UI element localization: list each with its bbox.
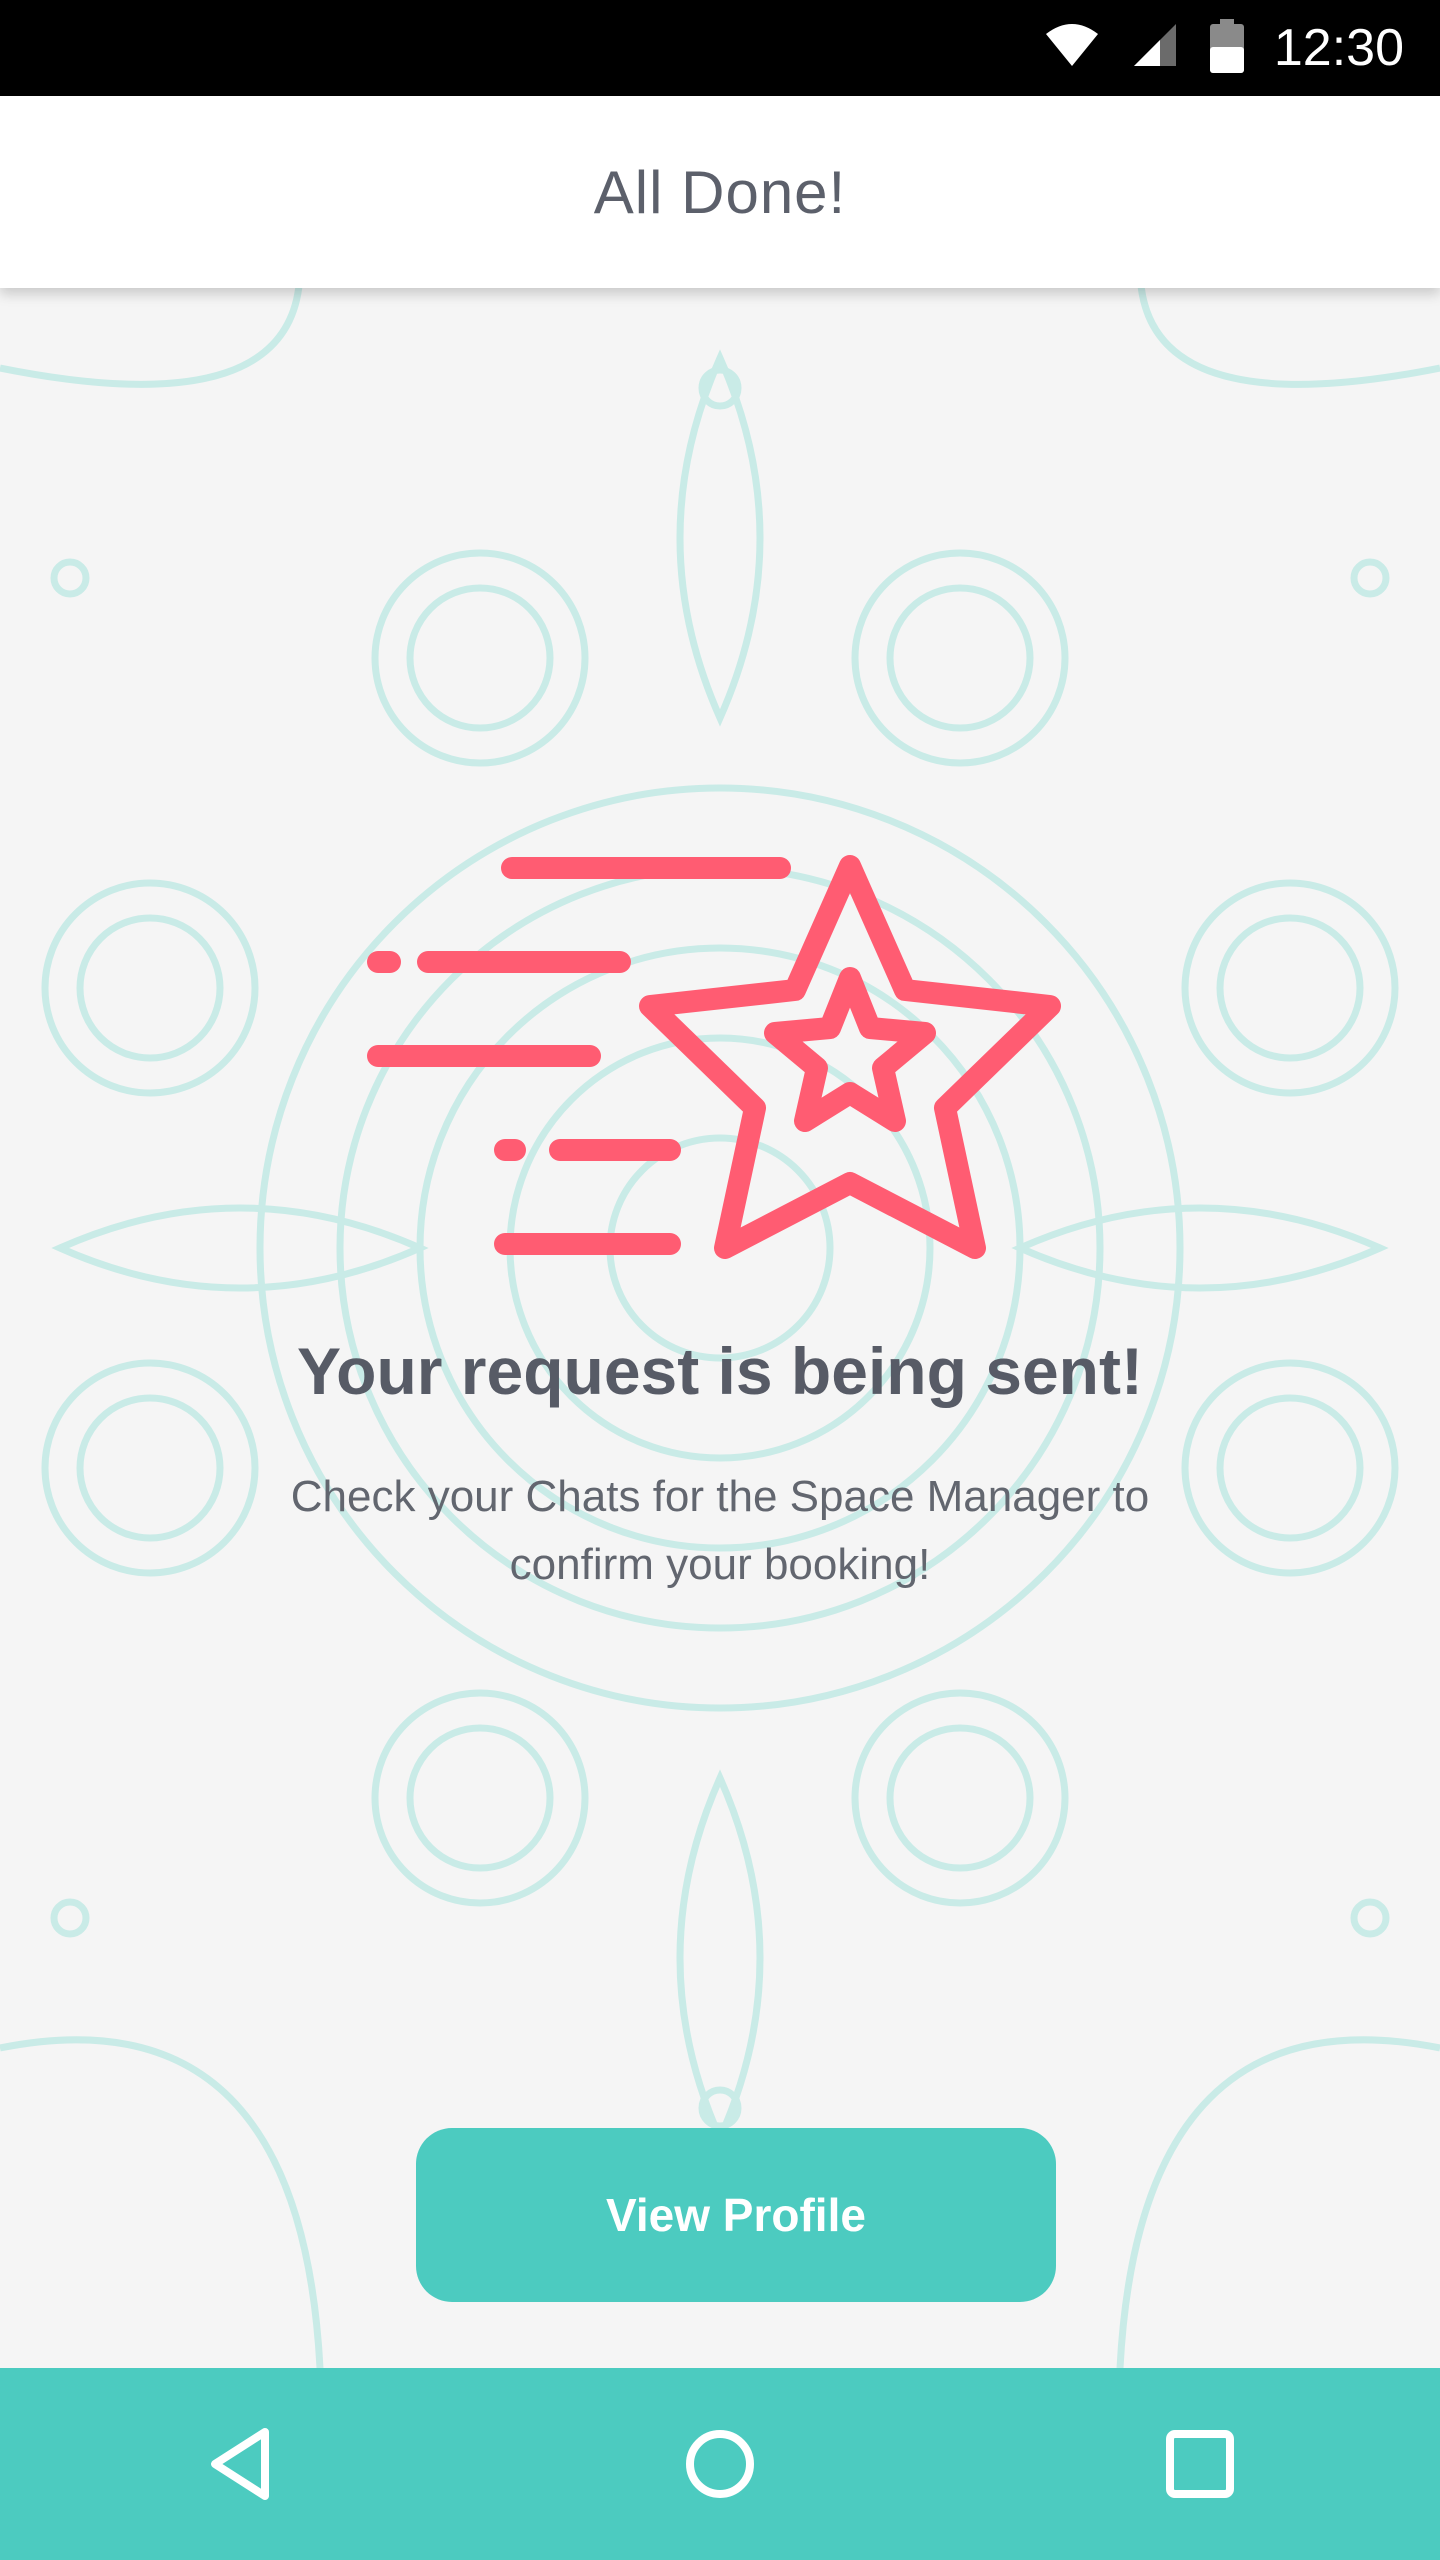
- status-icons: 12:30: [1044, 0, 1404, 96]
- app-bar: All Done!: [0, 96, 1440, 288]
- recents-button[interactable]: [1130, 2394, 1270, 2534]
- home-button[interactable]: [650, 2394, 790, 2534]
- page-title: All Done!: [593, 158, 847, 226]
- wifi-icon: [1044, 22, 1100, 75]
- confirmation-message: Check your Chats for the Space Manager t…: [290, 1472, 1150, 1589]
- status-time: 12:30: [1273, 19, 1404, 77]
- navigation-bar: [0, 2368, 1440, 2560]
- back-button[interactable]: [170, 2394, 310, 2534]
- status-bar: 12:30: [0, 0, 1440, 96]
- cellular-signal-icon: [1130, 22, 1180, 75]
- battery-icon: [1209, 18, 1244, 78]
- recents-icon: [1166, 2430, 1234, 2498]
- view-profile-button[interactable]: View Profile: [416, 2128, 1056, 2302]
- back-icon: [211, 2428, 269, 2500]
- home-icon: [686, 2430, 754, 2498]
- headline: Your request is being sent!: [297, 1334, 1143, 1408]
- content-area: Your request is being sent! Check your C…: [0, 288, 1440, 2368]
